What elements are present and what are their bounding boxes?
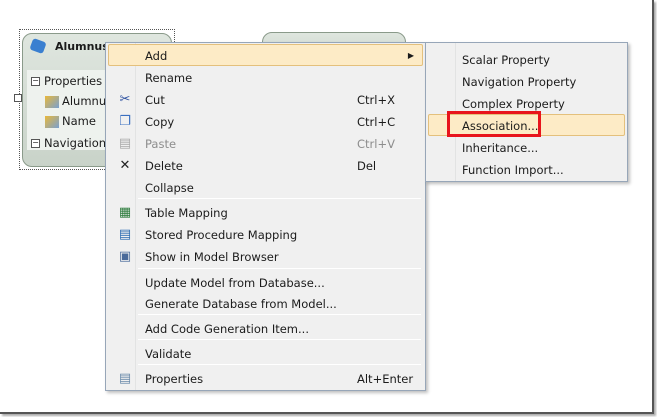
submenu-item-scalar-property[interactable]: Scalar Property (428, 48, 625, 70)
submenu-arrow-icon: ▶ (407, 51, 414, 60)
menu-item-shortcut: Del (357, 159, 377, 173)
menu-item-label: Add (145, 49, 168, 63)
menu-item-label: Cut (145, 93, 165, 107)
properties-section[interactable]: − Properties (31, 74, 102, 88)
menu-separator (138, 364, 421, 365)
menu-item-delete[interactable]: ✕ Delete Del (108, 154, 423, 176)
properties-icon: ▤ (118, 371, 132, 386)
menu-item-label: Generate Database from Model... (145, 297, 337, 311)
menu-item-copy[interactable]: ❐ Copy Ctrl+C (108, 110, 423, 132)
entity-title: Alumnus (55, 40, 109, 53)
menu-item-paste[interactable]: ▤ Paste Ctrl+V (108, 132, 423, 154)
menu-item-properties[interactable]: ▤ Properties Alt+Enter (108, 367, 423, 389)
menu-item-label: Update Model from Database... (145, 276, 325, 290)
model-browser-icon: ▣ (118, 249, 132, 264)
property-row[interactable]: Name (45, 114, 96, 128)
collapse-icon[interactable]: − (31, 139, 40, 148)
menu-item-collapse[interactable]: Collapse (108, 176, 423, 198)
key-property-icon (45, 95, 59, 108)
entity-icon (29, 37, 47, 55)
annotation-highlight-box (447, 111, 541, 137)
menu-item-label: Rename (145, 71, 193, 85)
menu-item-label: Copy (145, 115, 175, 129)
menu-item-label: Table Mapping (145, 206, 228, 220)
menu-item-label: Stored Procedure Mapping (145, 228, 298, 242)
property-icon (45, 115, 59, 128)
menu-separator (138, 198, 421, 199)
menu-item-label: Navigation Property (462, 75, 577, 89)
menu-item-generate-database-from-model[interactable]: Generate Database from Model... (108, 292, 423, 314)
menu-item-label: Inheritance... (462, 141, 539, 155)
stored-procedure-icon: ▤ (118, 227, 132, 242)
menu-item-label: Validate (145, 347, 192, 361)
menu-separator (138, 339, 421, 340)
menu-item-label: Properties (145, 372, 204, 386)
submenu-item-navigation-property[interactable]: Navigation Property (428, 70, 625, 92)
collapse-icon[interactable]: − (31, 77, 40, 86)
delete-x-icon: ✕ (119, 158, 131, 173)
section-label: Properties (44, 74, 103, 88)
scissors-icon: ✂ (119, 92, 131, 107)
menu-item-shortcut: Alt+Enter (357, 372, 414, 386)
menu-item-table-mapping[interactable]: ▦ Table Mapping (108, 201, 423, 223)
menu-item-label: Paste (145, 137, 177, 151)
submenu-item-inheritance[interactable]: Inheritance... (428, 136, 625, 158)
menu-item-add-code-generation-item[interactable]: Add Code Generation Item... (108, 317, 423, 339)
paste-icon: ▤ (118, 136, 132, 151)
submenu-item-function-import[interactable]: Function Import... (428, 158, 625, 180)
menu-item-show-in-model-browser[interactable]: ▣ Show in Model Browser (108, 245, 423, 267)
section-label: Navigation (44, 136, 107, 150)
menu-item-label: Delete (145, 159, 183, 173)
menu-item-rename[interactable]: Rename (108, 66, 423, 88)
table-mapping-icon: ▦ (118, 205, 132, 220)
menu-item-label: Show in Model Browser (145, 250, 279, 264)
context-menu: Add ▶ Rename ✂ Cut Ctrl+X ❐ Copy Ctrl+C ▤ Paste Ctr… (105, 42, 426, 391)
menu-item-add[interactable]: Add ▶ (108, 44, 423, 66)
menu-item-label: Scalar Property (462, 53, 550, 67)
menu-separator (138, 314, 421, 315)
copy-icon: ❐ (119, 114, 131, 129)
menu-separator (138, 268, 421, 269)
menu-item-label: Function Import... (462, 163, 564, 177)
menu-item-shortcut: Ctrl+C (357, 115, 396, 129)
resize-handle[interactable] (14, 94, 22, 102)
menu-item-shortcut: Ctrl+V (357, 137, 395, 151)
menu-item-stored-procedure-mapping[interactable]: ▤ Stored Procedure Mapping (108, 223, 423, 245)
menu-item-validate[interactable]: Validate (108, 342, 423, 364)
navigation-section[interactable]: − Navigation (31, 136, 106, 150)
menu-item-label: Add Code Generation Item... (145, 322, 309, 336)
property-row[interactable]: Alumnus (45, 94, 112, 108)
menu-item-shortcut: Ctrl+X (357, 93, 395, 107)
menu-item-label: Collapse (145, 181, 194, 195)
menu-item-cut[interactable]: ✂ Cut Ctrl+X (108, 88, 423, 110)
property-label: Name (62, 114, 96, 128)
menu-item-update-model-from-database[interactable]: Update Model from Database... (108, 271, 423, 293)
